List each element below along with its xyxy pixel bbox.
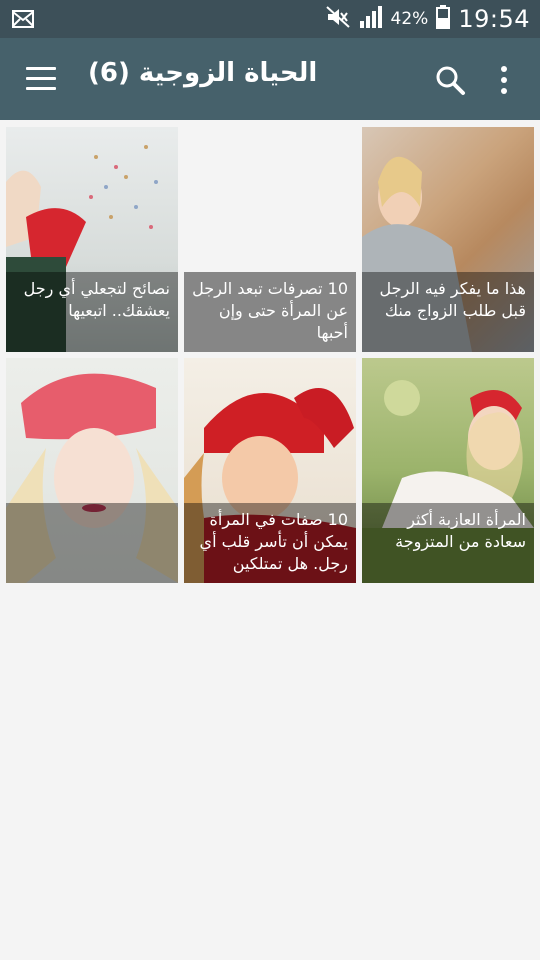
more-vert-icon[interactable]	[494, 64, 514, 96]
article-caption: 10 صفات في المرأة يمكن أن تأسر قلب أي رج…	[184, 503, 356, 583]
signal-icon	[359, 5, 383, 33]
menu-icon[interactable]	[26, 67, 56, 91]
battery-percent: 42%	[390, 9, 429, 29]
article-card[interactable]: نصائح لتجعلي أي رجل يعشقك.. اتبعيها	[6, 127, 178, 352]
mute-icon	[325, 5, 351, 33]
clock: 19:54	[458, 5, 530, 33]
search-icon[interactable]	[434, 64, 466, 96]
page-title: الحياة الزوجية (6)	[88, 58, 318, 88]
article-caption	[6, 503, 178, 583]
status-bar: 42% 19:54	[0, 0, 540, 38]
article-caption: 10 تصرفات تبعد الرجل عن المرأة حتى وإن أ…	[184, 272, 356, 352]
article-card[interactable]: 10 صفات في المرأة يمكن أن تأسر قلب أي رج…	[184, 358, 356, 583]
article-card[interactable]	[6, 358, 178, 583]
article-card[interactable]: المرأة العازبة أكثر سعادة من المتزوجة	[362, 358, 534, 583]
article-caption: المرأة العازبة أكثر سعادة من المتزوجة	[362, 503, 534, 583]
article-card[interactable]: 10 تصرفات تبعد الرجل عن المرأة حتى وإن أ…	[184, 127, 356, 352]
battery-icon	[436, 5, 451, 33]
app-bar: الحياة الزوجية (6)	[0, 38, 540, 120]
article-caption: هذا ما يفكر فيه الرجل قبل طلب الزواج منك	[362, 272, 534, 352]
mail-icon	[12, 10, 34, 32]
article-caption: نصائح لتجعلي أي رجل يعشقك.. اتبعيها	[6, 272, 178, 352]
article-card[interactable]: هذا ما يفكر فيه الرجل قبل طلب الزواج منك	[362, 127, 534, 352]
